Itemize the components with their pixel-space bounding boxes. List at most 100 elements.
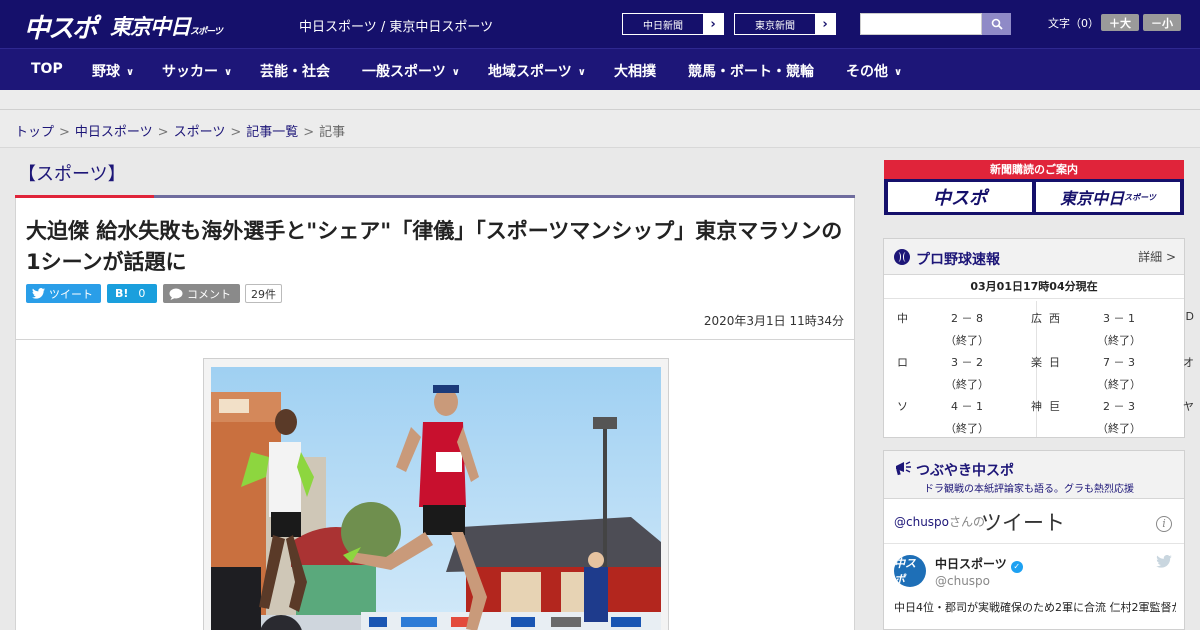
search-icon — [991, 18, 1003, 30]
twitter-widget-title: つぶやき中スポ — [916, 463, 1014, 479]
comment-button[interactable]: コメント — [163, 284, 240, 303]
chunichi-shimbun-link[interactable]: 中日新聞 › — [622, 13, 724, 35]
game-score[interactable]: 日 7 － 3 オ （終了） — [1049, 354, 1194, 398]
tokyo-shimbun-link[interactable]: 東京新聞 › — [734, 13, 836, 35]
chevron-down-icon: ∨ — [577, 67, 586, 78]
team-away: 楽 — [1031, 356, 1042, 369]
nav-item-sumo[interactable]: 大相撲 — [614, 61, 656, 81]
tweet-author-handle[interactable]: @chuspo — [935, 574, 990, 588]
nav-label: 競馬・ボート・競輪 — [688, 64, 814, 80]
nav-label: 地域スポーツ — [488, 64, 572, 80]
tokyo-logo-small: スポーツ — [1124, 192, 1156, 202]
tokyo-chunichi-subscribe-logo[interactable]: 東京中日 スポーツ — [1036, 182, 1180, 212]
nav-item-racing[interactable]: 競馬・ボート・競輪 — [688, 61, 814, 81]
chevron-down-icon: ∨ — [224, 67, 233, 78]
subscription-banner[interactable]: 新聞購読のご案内 中スポ 東京中日 スポーツ — [884, 160, 1184, 215]
team-home: 巨 — [1049, 400, 1060, 413]
chuspo-logo[interactable]: 中スポ — [24, 8, 98, 45]
font-smaller-button[interactable]: －小 — [1143, 14, 1181, 31]
score: 2 － 3 — [1103, 400, 1135, 413]
score: 7 － 3 — [1103, 356, 1135, 369]
breadcrumb-sports[interactable]: スポーツ — [174, 125, 226, 140]
baseball-detail-link[interactable]: 詳細 > — [1138, 248, 1176, 265]
twitter-account-link[interactable]: @chuspo — [894, 515, 949, 529]
hatena-count: 0 — [138, 287, 146, 300]
tweet-author-name-text: 中日スポーツ — [935, 557, 1007, 571]
score: 3 － 2 — [951, 356, 983, 369]
chunichi-shimbun-label: 中日新聞 — [643, 20, 683, 32]
subscription-banner-title: 新聞購読のご案内 — [884, 160, 1184, 179]
nav-item-soccer[interactable]: サッカー ∨ — [162, 61, 232, 81]
section-title: 【スポーツ】 — [18, 164, 126, 185]
tweet-text: 中日4位・郡司が実戦確保のため2軍に合流 仁村2軍監督が説明「出場機会をつくるた… — [894, 601, 1176, 614]
tweet-author-name[interactable]: 中日スポーツ ✓ — [935, 555, 1023, 573]
marathon-runners-photo — [211, 367, 661, 630]
nav-label: その他 — [846, 64, 888, 80]
comment-count[interactable]: 29件 — [245, 284, 282, 303]
verified-badge-icon: ✓ — [1010, 561, 1023, 573]
tweet-label: ツイート — [49, 287, 93, 301]
nav-label: 芸能・社会 — [260, 64, 330, 80]
sub-bar — [0, 90, 1200, 110]
hatena-bookmark-button[interactable]: B! 0 — [107, 284, 157, 303]
twitter-bird-icon[interactable] — [1156, 555, 1172, 568]
game-score[interactable]: 巨 2 － 3 ヤ （終了） — [1049, 398, 1194, 442]
megaphone-icon — [896, 461, 911, 476]
game-status: （終了） — [945, 422, 989, 435]
score: 3 － 1 — [1103, 312, 1135, 325]
speech-bubble-icon — [169, 288, 183, 300]
article-body — [15, 340, 855, 630]
breadcrumb-top[interactable]: トップ — [15, 125, 54, 140]
nav-item-baseball[interactable]: 野球 ∨ — [92, 61, 134, 81]
tweet-button[interactable]: ツイート — [26, 284, 101, 303]
breadcrumb: トップ > 中日スポーツ > スポーツ > 記事一覧 > 記事 — [15, 121, 345, 140]
info-icon[interactable]: i — [1156, 516, 1172, 532]
chevron-down-icon: ∨ — [451, 67, 460, 78]
game-score[interactable]: ロ 3 － 2 楽 （終了） — [897, 354, 1042, 398]
top-header: 中スポ 東京中日スポーツ 中日スポーツ / 東京中日スポーツ 中日新聞 › 東京… — [0, 0, 1200, 48]
article-photo[interactable] — [211, 367, 661, 630]
font-bigger-button[interactable]: ＋大 — [1101, 14, 1139, 31]
nav-item-top[interactable]: TOP — [31, 61, 63, 77]
score: 4 － 1 — [951, 400, 983, 413]
team-away: オ — [1183, 356, 1194, 369]
score: 2 － 8 — [951, 312, 983, 325]
search-input[interactable] — [860, 13, 982, 35]
tokyo-chunichi-logo[interactable]: 東京中日スポーツ — [110, 11, 223, 41]
game-status: （終了） — [1097, 378, 1141, 391]
twitter-widget: つぶやき中スポ ドラ観戦の本紙評論家も語る。グラも熱烈応援 @chuspoさんの… — [883, 450, 1185, 630]
chevron-right-icon: › — [703, 14, 723, 34]
baseball-scores-widget: プロ野球速報 詳細 > 03月01日17時04分現在 中 2 － 8 広 （終了… — [883, 238, 1194, 438]
chuspo-subscribe-logo[interactable]: 中スポ — [888, 182, 1032, 212]
tokyo-logo-small: スポーツ — [190, 27, 223, 37]
game-status: （終了） — [1097, 334, 1141, 347]
article-headline: 大迫傑 給水失敗も海外選手と"シェア"「律儀」「スポーツマンシップ」東京マラソン… — [26, 219, 843, 274]
game-score[interactable]: 中 2 － 8 広 （終了） — [897, 310, 1042, 354]
baseball-icon — [894, 249, 910, 265]
nav-item-local-sports[interactable]: 地域スポーツ ∨ — [488, 61, 586, 81]
tokyo-logo-text: 東京中日 — [110, 15, 191, 39]
tweets-by-line: @chuspoさんの — [894, 513, 985, 530]
team-home: ロ — [897, 356, 908, 369]
game-score[interactable]: ソ 4 － 1 神 （終了） — [897, 398, 1042, 442]
breadcrumb-separator: > — [230, 125, 242, 140]
tweets-by-suffix: さんの — [949, 515, 986, 529]
search-button[interactable] — [982, 13, 1011, 35]
comment-label: コメント — [187, 287, 231, 301]
nav-item-other[interactable]: その他 ∨ — [846, 61, 902, 81]
breadcrumb-article-list[interactable]: 記事一覧 — [246, 125, 298, 140]
article-header: 大迫傑 給水失敗も海外選手と"シェア"「律儀」「スポーツマンシップ」東京マラソン… — [15, 198, 855, 340]
nav-item-general-sports[interactable]: 一般スポーツ ∨ — [362, 61, 460, 81]
avatar[interactable]: 中スポ — [894, 555, 926, 587]
photo-frame — [203, 358, 669, 630]
game-status: （終了） — [945, 378, 989, 391]
breadcrumb-bar: トップ > 中日スポーツ > スポーツ > 記事一覧 > 記事 — [0, 110, 1200, 148]
hatena-label: B! — [115, 287, 129, 300]
divider — [884, 543, 1184, 544]
nav-item-entertainment[interactable]: 芸能・社会 — [260, 61, 330, 81]
team-home: 日 — [1049, 356, 1060, 369]
breadcrumb-chunichi-sports[interactable]: 中日スポーツ — [75, 125, 153, 140]
game-score[interactable]: 西 3 － 1 D （終了） — [1049, 310, 1194, 354]
chevron-down-icon: ∨ — [126, 67, 135, 78]
site-names: 中日スポーツ / 東京中日スポーツ — [299, 20, 494, 35]
